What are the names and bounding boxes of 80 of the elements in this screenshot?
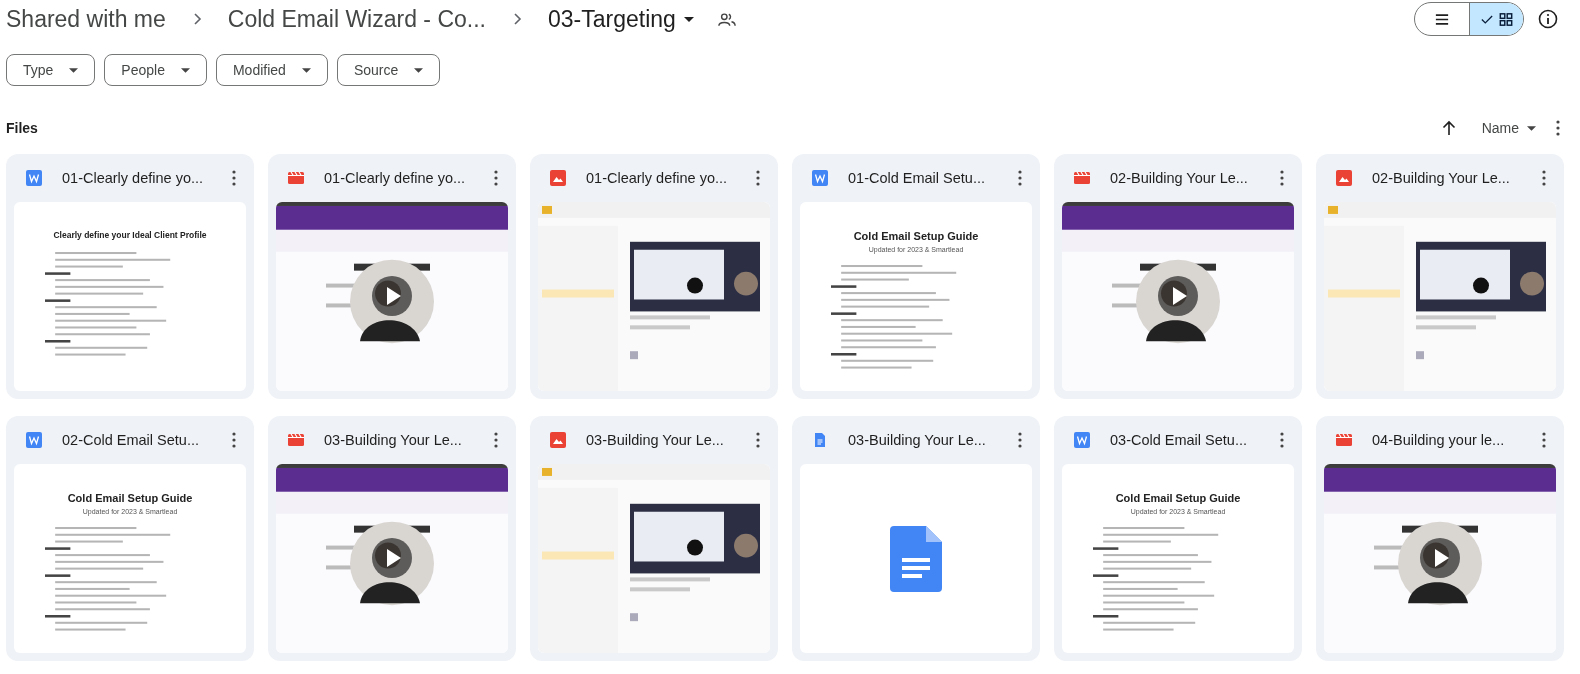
more-options-icon[interactable] (1018, 170, 1022, 186)
list-icon (1435, 12, 1449, 26)
play-icon[interactable] (1420, 538, 1460, 578)
image-file-icon (550, 170, 566, 186)
more-options-icon[interactable] (232, 432, 236, 448)
file-name: 02-Cold Email Setu... (62, 432, 200, 448)
document-heading: Cold Email Setup Guide (1115, 492, 1241, 504)
dropdown-caret-icon[interactable] (683, 16, 694, 22)
file-name: 02-Building Your Le... (1110, 170, 1249, 186)
more-options-icon[interactable] (1542, 170, 1546, 186)
file-name: 01-Clearly define yo... (324, 170, 467, 186)
filter-chip[interactable]: Modified (215, 54, 328, 86)
word-file-icon (26, 432, 42, 448)
file-name: 03-Cold Email Setu... (1110, 432, 1248, 448)
file-name: 04-Building your le... (1372, 432, 1506, 448)
more-options-icon[interactable] (232, 170, 236, 186)
chevron-right-icon (191, 12, 202, 26)
word-file-icon (1074, 432, 1090, 448)
file-card[interactable]: 02-Building Your Le... (1054, 154, 1302, 399)
document-file-icon (812, 432, 828, 448)
document-heading: Clearly define your Ideal Client Profile (53, 230, 207, 240)
word-file-icon (812, 170, 828, 186)
caret-icon (69, 67, 79, 73)
caret-icon (1527, 125, 1536, 131)
more-options-icon[interactable] (494, 170, 498, 186)
more-options-icon[interactable] (756, 170, 760, 186)
more-options-icon[interactable] (756, 432, 760, 448)
film-clapper-icon (1074, 170, 1090, 186)
view-toggle[interactable] (1414, 2, 1524, 36)
breadcrumb-item[interactable]: Shared with me (6, 5, 166, 33)
more-options-icon[interactable] (1018, 432, 1022, 448)
file-name: 03-Building Your Le... (324, 432, 463, 448)
filter-chip[interactable]: People (104, 54, 207, 86)
grid-view-button[interactable] (1469, 3, 1523, 35)
sort-button[interactable]: Name (1481, 120, 1536, 136)
file-name: 01-Clearly define yo... (586, 170, 729, 186)
document-icon (890, 525, 942, 592)
chevron-right-icon (512, 12, 522, 26)
film-clapper-icon (288, 432, 304, 448)
breadcrumb-item[interactable]: 03-Targeting (548, 5, 676, 33)
checkmark-icon (1480, 14, 1493, 24)
file-name: 03-Building Your Le... (586, 432, 725, 448)
people-icon[interactable] (717, 11, 736, 27)
file-name: 02-Building Your Le... (1372, 170, 1511, 186)
image-file-icon (550, 432, 566, 448)
section-title: Files (6, 120, 38, 136)
file-card[interactable]: 03-Building Your Le... (530, 416, 778, 661)
file-card[interactable]: 01-Clearly define yo... (530, 154, 778, 399)
file-card[interactable]: 01-Clearly define yo... (268, 154, 516, 399)
film-clapper-icon (288, 170, 304, 186)
word-file-icon (26, 170, 42, 186)
file-card[interactable]: 01-Clearly define yo... Clearly define your Ideal Client Profile (6, 154, 254, 399)
filter-chip[interactable]: Type (6, 54, 96, 86)
file-name: 03-Building Your Le... (848, 432, 987, 448)
more-options-icon[interactable] (1556, 120, 1560, 136)
caret-icon (414, 67, 424, 73)
more-options-icon[interactable] (494, 432, 498, 448)
more-options-icon[interactable] (1280, 432, 1284, 448)
grid-icon (1498, 12, 1513, 26)
file-name: 01-Cold Email Setu... (848, 170, 986, 186)
filter-chip[interactable]: Source (336, 54, 441, 86)
film-clapper-icon (1336, 432, 1352, 448)
breadcrumb-item[interactable]: Cold Email Wizard - Co... (227, 5, 486, 33)
arrow-up-icon[interactable] (1441, 120, 1456, 136)
file-card[interactable]: 03-Building Your Le... (268, 416, 516, 661)
file-name: 01-Clearly define yo... (62, 170, 205, 186)
document-heading: Cold Email Setup Guide (67, 492, 193, 504)
file-card[interactable]: 04-Building your le... (1316, 416, 1564, 661)
image-file-icon (1336, 170, 1352, 186)
document-heading: Cold Email Setup Guide (853, 230, 979, 242)
caret-icon (301, 67, 311, 73)
caret-icon (180, 67, 190, 73)
file-card[interactable]: 02-Building Your Le... (1316, 154, 1564, 399)
play-icon[interactable] (1158, 276, 1198, 316)
play-icon[interactable] (372, 276, 412, 316)
more-options-icon[interactable] (1542, 432, 1546, 448)
file-card[interactable]: 03-Building Your Le... (792, 416, 1040, 661)
info-icon[interactable] (1538, 9, 1558, 29)
play-icon[interactable] (372, 538, 412, 578)
more-options-icon[interactable] (1280, 170, 1284, 186)
